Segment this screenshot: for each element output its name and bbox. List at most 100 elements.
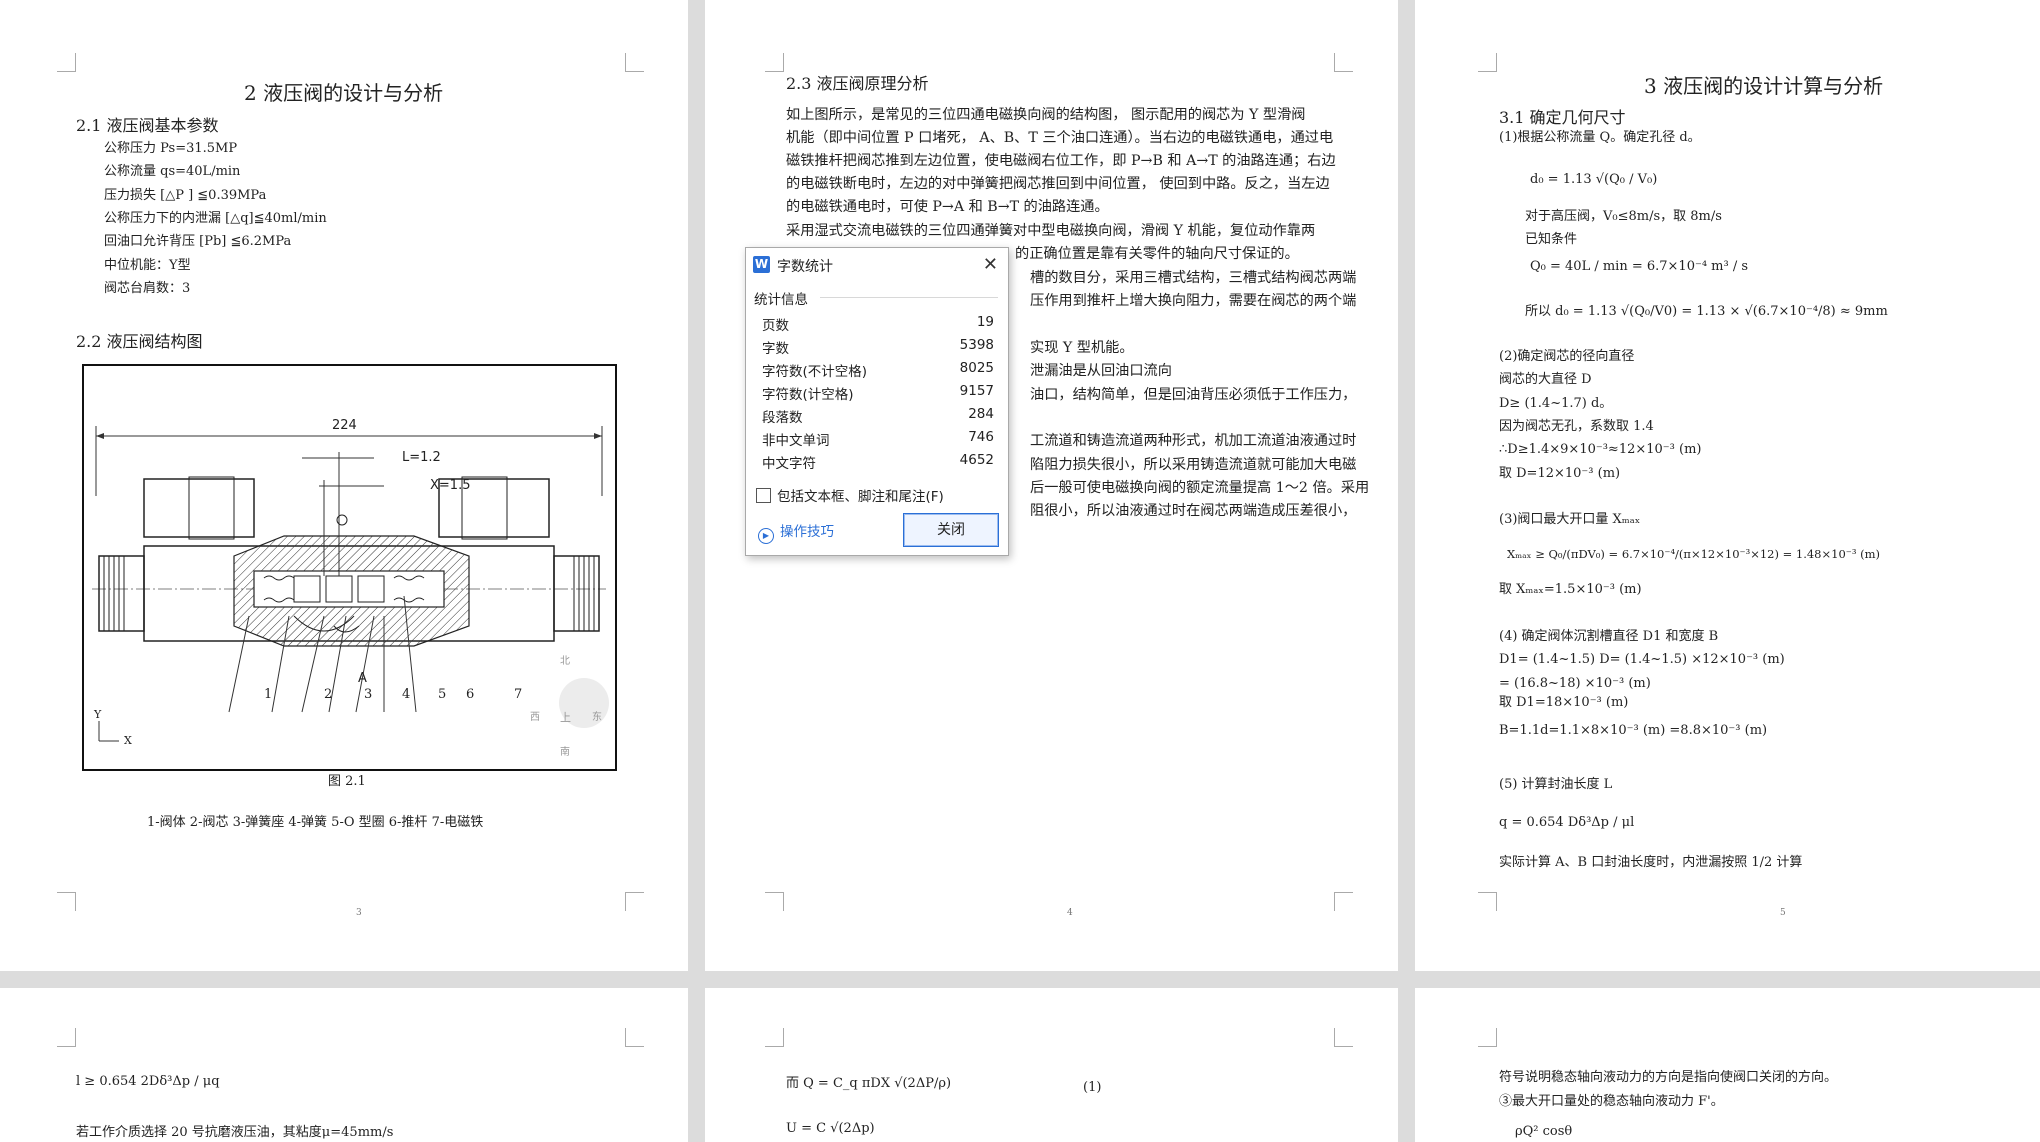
paragraph-line: 采用湿式交流电磁铁的三位四通弹簧对中型电磁换向阀，滑阀 Y 机能，复位动作靠两: [786, 223, 1316, 239]
formula: d₀ = 1.13 √(Q₀ / V₀): [1530, 172, 1658, 187]
paragraph-line: 油口，结构简单，但是回油背压必须低于工作压力，: [1030, 387, 1357, 403]
word-count-dialog[interactable]: W 字数统计 ✕ 统计信息 页数 19 字数 5398 字符数(不计空格) 80…: [745, 247, 1009, 556]
part-label: 3: [364, 687, 373, 702]
stat-value: 746: [968, 429, 994, 445]
crop-mark: [57, 1028, 76, 1047]
param-line: 公称压力下的内泄漏 [△q]≦40ml/min: [104, 211, 327, 226]
stat-row-chars-no-spaces: 字符数(不计空格) 8025: [762, 358, 994, 380]
section-heading: 3.1 确定几何尺寸: [1499, 108, 1626, 127]
crop-mark: [1478, 1028, 1497, 1047]
calc-line: = (16.8~18) ×10⁻³ (m): [1499, 676, 1651, 691]
stat-label: 字符数(计空格): [762, 387, 854, 403]
compass-east: 东: [592, 712, 602, 723]
part-label: 7: [514, 687, 523, 702]
part-label: 6: [466, 687, 475, 702]
calc-line: 取 D1=18×10⁻³ (m): [1499, 695, 1629, 710]
part-label: 5: [438, 687, 447, 702]
stat-label: 页数: [762, 318, 789, 334]
paragraph-line: 阻很小，所以油液通过时在阀芯两端造成压差很小，: [1030, 503, 1357, 519]
part-label: 2: [324, 687, 333, 702]
play-icon: ▶: [758, 528, 774, 544]
calc-line: 已知条件: [1525, 232, 1578, 247]
formula: l ≥ 0.654 2Dδ³Δp / μq: [76, 1074, 220, 1089]
stats-section-label: 统计信息: [754, 292, 808, 308]
paragraph-line: 工流道和铸造流道两种形式，机加工流道油液通过时: [1030, 433, 1357, 449]
page-number: 4: [1067, 908, 1073, 918]
paragraph-line: 压作用到推杆上增大换向阻力，需要在阀芯的两个端: [1030, 293, 1357, 309]
tips-link[interactable]: ▶ 操作技巧: [758, 520, 834, 544]
part-label: 4: [402, 687, 411, 702]
calc-line: (5) 计算封油长度 L: [1499, 777, 1613, 792]
param-line: 压力损失 [△P ] ≦0.39MPa: [104, 188, 267, 203]
calc-line: (1)根据公称流量 Q。确定孔径 d。: [1499, 130, 1701, 145]
document-page-7: 而 Q = C_q πDX √(2ΔP/ρ) (1) U = C √(2Δp): [705, 988, 1398, 1142]
calc-line: 实际计算 A、B 口封油长度时，内泄漏按照 1/2 计算: [1499, 855, 1803, 870]
calc-line: 取 D=12×10⁻³ (m): [1499, 466, 1621, 481]
paragraph-line: 陷阻力损失很小，所以采用铸造流道就可能加大电磁: [1030, 457, 1357, 473]
crop-mark: [1334, 53, 1353, 72]
compass-top: 上: [560, 711, 571, 724]
formula: ρQ² cosθ: [1515, 1124, 1573, 1139]
stat-value: 284: [968, 406, 994, 422]
document-page-8: 符号说明稳态轴向液动力的方向是指向使阀口关闭的方向。 ③最大开口量处的稳态轴向液…: [1415, 988, 2040, 1142]
param-line: 公称流量 qs=40L/min: [104, 164, 241, 179]
stat-value: 8025: [959, 360, 994, 376]
compass-north: 北: [560, 656, 570, 667]
close-button[interactable]: 关闭: [903, 513, 999, 547]
stat-row-paragraphs: 段落数 284: [762, 404, 994, 426]
formula: q = 0.654 Dδ³Δp / μl: [1499, 815, 1635, 830]
paragraph-line: 如上图所示，是常见的三位四通电磁换向阀的结构图， 图示配用的阀芯为 Y 型滑阀: [786, 107, 1306, 123]
dimension-label: 224: [332, 418, 357, 433]
calc-line: ∴D≥1.4×9×10⁻³≈12×10⁻³ (m): [1499, 442, 1702, 457]
stat-row-chars-with-spaces: 字符数(计空格) 9157: [762, 381, 994, 403]
calc-line: 阀芯的大直径 D: [1499, 372, 1592, 387]
part-label: 1: [264, 687, 273, 702]
paragraph-line: 磁铁推杆把阀芯推到左边位置，使电磁阀右位工作，即 P→B 和 A→T 的油路连通…: [786, 153, 1336, 169]
stat-label: 段落数: [762, 410, 803, 426]
paragraph-line: 实现 Y 型机能。: [1030, 340, 1134, 356]
stat-label: 中文字符: [762, 456, 816, 472]
port-label: A: [358, 671, 367, 686]
calc-line: (3)阀口最大开口量 Xₘₐₓ: [1499, 512, 1641, 527]
calc-line: 若工作介质选择 20 号抗磨液压油，其粘度μ=45mm/s: [76, 1125, 394, 1140]
stat-value: 19: [976, 314, 994, 330]
dialog-titlebar[interactable]: W 字数统计 ✕: [746, 248, 1008, 280]
crop-mark: [765, 1028, 784, 1047]
paragraph-line: 机能（即中间位置 P 口堵死， A、B、T 三个油口连通）。当右边的电磁铁通电，…: [786, 130, 1334, 146]
section-heading: 2.1 液压阀基本参数: [76, 116, 219, 135]
crop-mark: [765, 892, 784, 911]
close-icon[interactable]: ✕: [983, 254, 998, 275]
section-heading: 2.2 液压阀结构图: [76, 332, 203, 351]
document-page-3: 2 液压阀的设计与分析 2.1 液压阀基本参数 公称压力 Ps=31.5MP 公…: [0, 0, 688, 971]
axis-label: Y: [94, 708, 102, 721]
crop-mark: [57, 53, 76, 72]
compass-west: 西: [530, 712, 540, 723]
stat-label: 字数: [762, 341, 789, 357]
crop-mark: [57, 892, 76, 911]
figure-legend: 1-阀体 2-阀芯 3-弹簧座 4-弹簧 5-O 型圈 6-推杆 7-电磁铁: [147, 815, 484, 830]
stat-label: 非中文单词: [762, 433, 830, 449]
figure-caption: 图 2.1: [328, 774, 366, 789]
dialog-title: 字数统计: [777, 259, 833, 275]
paragraph-line: 的电磁铁通电时，可使 P→A 和 B→T 的油路连通。: [786, 199, 1109, 215]
calc-line: 取 Xₘₐₓ=1.5×10⁻³ (m): [1499, 582, 1642, 597]
formula: Q₀ = 40L / min = 6.7×10⁻⁴ m³ / s: [1530, 259, 1749, 274]
section-heading: 2.3 液压阀原理分析: [786, 74, 929, 93]
chapter-title: 3 液压阀的设计计算与分析: [1644, 74, 1884, 98]
axis-label: X: [124, 734, 132, 747]
formula: Xₘₐₓ ≥ Q₀/(πDV₀) = 6.7×10⁻⁴/(π×12×10⁻³×1…: [1507, 547, 1880, 561]
stat-row-chinese-chars: 中文字符 4652: [762, 450, 994, 472]
checkbox-label: 包括文本框、脚注和尾注(F): [777, 489, 944, 505]
stat-label: 字符数(不计空格): [762, 364, 868, 380]
calc-line: 对于高压阀，V₀≤8m/s，取 8m/s: [1525, 209, 1722, 224]
stat-value: 9157: [959, 383, 994, 399]
calc-line: (4) 确定阀体沉割槽直径 D1 和宽度 B: [1499, 629, 1719, 644]
include-textbox-footnotes-checkbox[interactable]: 包括文本框、脚注和尾注(F): [756, 485, 944, 505]
stat-value: 4652: [959, 452, 994, 468]
checkbox-box[interactable]: [756, 488, 771, 503]
page-number: 5: [1780, 908, 1786, 918]
paragraph-line: 泄漏油是从回油口流向: [1030, 363, 1172, 379]
wps-logo-icon: W: [753, 256, 770, 273]
paragraph-line: 槽的数目分，采用三槽式结构，三槽式结构阀芯两端: [1030, 270, 1357, 286]
crop-mark: [625, 1028, 644, 1047]
